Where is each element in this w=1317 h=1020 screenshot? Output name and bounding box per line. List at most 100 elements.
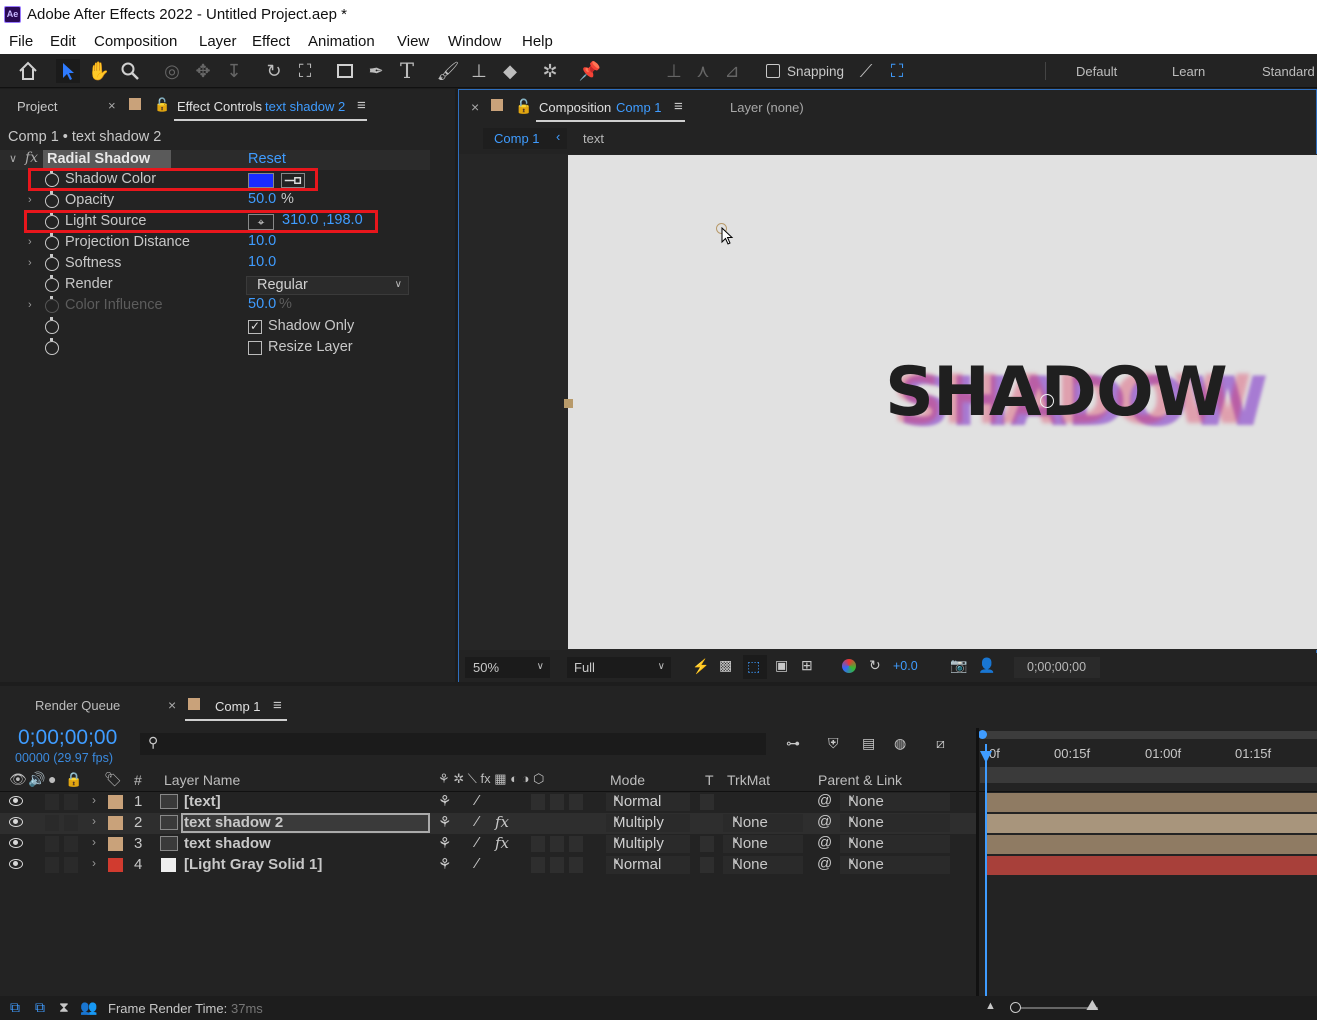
tab-project[interactable]: Project (17, 99, 57, 114)
zoom-slider-thumb[interactable] (1010, 1002, 1021, 1013)
comp-canvas[interactable]: SHADOW SHADOW SHADOW (568, 155, 1317, 649)
softness-value[interactable]: 10.0 (248, 254, 276, 270)
switch-box[interactable] (531, 794, 545, 810)
rotate-tool-icon[interactable]: ↻ (262, 59, 286, 83)
chevron-right-icon[interactable]: › (28, 194, 32, 206)
home-icon[interactable] (16, 59, 40, 83)
rectangle-tool-icon[interactable] (333, 59, 357, 83)
switch-box[interactable] (550, 836, 564, 852)
layer-row[interactable]: › 4 [Light Gray Solid 1] ⚘ ⁄ Normal ∨ Non… (0, 855, 976, 876)
effect-reset-link[interactable]: Reset (248, 151, 286, 167)
show-snapshot-icon[interactable]: 👤 (978, 657, 995, 674)
panel-menu-icon[interactable]: ≡ (674, 98, 683, 115)
lock-icon[interactable]: 🔓 (515, 98, 532, 115)
switch-box[interactable] (531, 815, 545, 831)
layer-name[interactable]: text shadow (184, 835, 271, 852)
effect-collapse-icon[interactable]: ∨ (9, 152, 17, 165)
snapshot-camera-icon[interactable]: 📷 (950, 657, 967, 674)
stopwatch-icon[interactable] (45, 317, 59, 334)
mode-dropdown[interactable]: Normal ∨ (606, 793, 690, 811)
anchor-point-icon[interactable] (1040, 394, 1054, 408)
close-icon[interactable]: × (108, 98, 116, 113)
shy-switch-icon[interactable]: ⚘ (438, 792, 451, 810)
workspace-standard[interactable]: Standard (1262, 64, 1315, 79)
menu-layer[interactable]: Layer (199, 33, 237, 50)
pickwhip-icon[interactable]: @ (817, 834, 832, 851)
world-axis-icon[interactable]: ⋏ (691, 59, 715, 83)
close-icon[interactable]: × (168, 697, 176, 713)
quality-switch-icon[interactable]: ⁄ (476, 834, 479, 851)
label-color-box[interactable] (108, 795, 123, 809)
switch-box[interactable] (550, 815, 564, 831)
stopwatch-icon[interactable] (45, 191, 59, 208)
snapping-checkbox[interactable] (766, 64, 780, 78)
chevron-right-icon[interactable]: › (92, 835, 96, 849)
draft-3d-icon[interactable]: ⛨ (828, 735, 839, 752)
eye-icon[interactable] (9, 838, 23, 848)
switch-box[interactable] (569, 815, 583, 831)
hand-tool-icon[interactable]: ✋ (87, 59, 111, 83)
frame-blending-icon[interactable]: ▤ (862, 735, 875, 752)
breadcrumb-comp[interactable]: Comp 1 ‹ (483, 128, 567, 149)
label-color-box[interactable] (108, 858, 123, 872)
parent-dropdown[interactable]: None ∨ (840, 856, 950, 874)
mode-dropdown[interactable]: Multiply ∨ (606, 835, 690, 853)
stopwatch-icon[interactable] (45, 296, 59, 313)
motion-blur-icon[interactable]: ◍ (894, 735, 906, 752)
label-color-box[interactable] (108, 837, 123, 851)
exposure-value[interactable]: +0.0 (893, 659, 918, 673)
stopwatch-icon[interactable] (45, 338, 59, 355)
parent-dropdown[interactable]: None ∨ (840, 835, 950, 853)
layer-duration-bar[interactable] (987, 835, 1317, 854)
comp-viewer[interactable]: SHADOW SHADOW SHADOW (459, 154, 1317, 650)
menu-effect[interactable]: Effect (252, 33, 290, 50)
chevron-right-icon[interactable]: › (92, 814, 96, 828)
lock-icon[interactable]: 🔓 (154, 97, 170, 113)
lock-toggle[interactable] (64, 857, 78, 873)
snap-target-icon[interactable]: ⛶ (885, 59, 909, 83)
zoom-tool-icon[interactable] (118, 59, 142, 83)
roto-brush-icon[interactable]: ✲ (538, 59, 562, 83)
fx-icon[interactable]: fx (25, 150, 38, 166)
workspace-learn[interactable]: Learn (1172, 64, 1205, 79)
audio-toggle[interactable] (45, 794, 59, 810)
menu-composition[interactable]: Composition (94, 33, 177, 50)
layer-row[interactable]: › 1 [text] ⚘ ⁄ Normal ∨ @ None ∨ (0, 792, 976, 813)
color-channels-icon[interactable] (842, 659, 856, 673)
snap-options-icon[interactable]: ⟋ (854, 59, 878, 83)
quality-switch-icon[interactable]: ⁄ (476, 792, 479, 809)
pickwhip-icon[interactable]: @ (817, 792, 832, 809)
audio-toggle[interactable] (45, 857, 59, 873)
quality-switch-icon[interactable]: ⁄ (476, 855, 479, 872)
switch-box[interactable] (569, 836, 583, 852)
trkmat-dropdown[interactable]: None ∨ (723, 856, 803, 874)
search-input[interactable]: ⚲ (140, 733, 766, 755)
audio-toggle[interactable] (45, 815, 59, 831)
breadcrumb-layer[interactable]: text (583, 131, 604, 146)
quality-switch-icon[interactable]: ⁄ (476, 813, 479, 830)
menu-animation[interactable]: Animation (308, 33, 375, 50)
eye-icon[interactable] (9, 817, 23, 827)
preserve-transparency-box[interactable] (700, 836, 714, 852)
workspace-default[interactable]: Default (1076, 64, 1117, 79)
canvas-text[interactable]: SHADOW (885, 353, 1228, 432)
layer-duration-bar[interactable] (987, 814, 1317, 833)
mask-path-toggle[interactable]: ⬚ (743, 655, 767, 679)
mode-dropdown[interactable]: Multiply ∨ (606, 814, 690, 832)
panel-menu-icon[interactable]: ≡ (273, 697, 282, 714)
mode-dropdown[interactable]: Normal ∨ (606, 856, 690, 874)
fast-preview-icon[interactable]: ⚡ (692, 658, 709, 675)
work-area-start-handle[interactable] (978, 730, 987, 739)
resolution-dropdown[interactable]: Full ∨ (567, 657, 671, 678)
pan-camera-icon[interactable]: ✥ (191, 59, 215, 83)
region-of-interest-icon[interactable]: ▣ (775, 657, 788, 674)
pen-tool-icon[interactable]: ✒ (364, 59, 388, 83)
layer-name[interactable]: [Light Gray Solid 1] (184, 856, 322, 873)
switch-box[interactable] (569, 794, 583, 810)
type-tool-icon[interactable]: T (395, 59, 419, 83)
switch-box[interactable] (550, 857, 564, 873)
layer-switches-toggle-icon[interactable]: ⧉ (10, 999, 20, 1016)
transfer-controls-toggle-icon[interactable]: ⧉ (35, 999, 45, 1016)
playhead[interactable] (985, 744, 987, 996)
brush-tool-icon[interactable]: 🖌 (436, 59, 460, 83)
